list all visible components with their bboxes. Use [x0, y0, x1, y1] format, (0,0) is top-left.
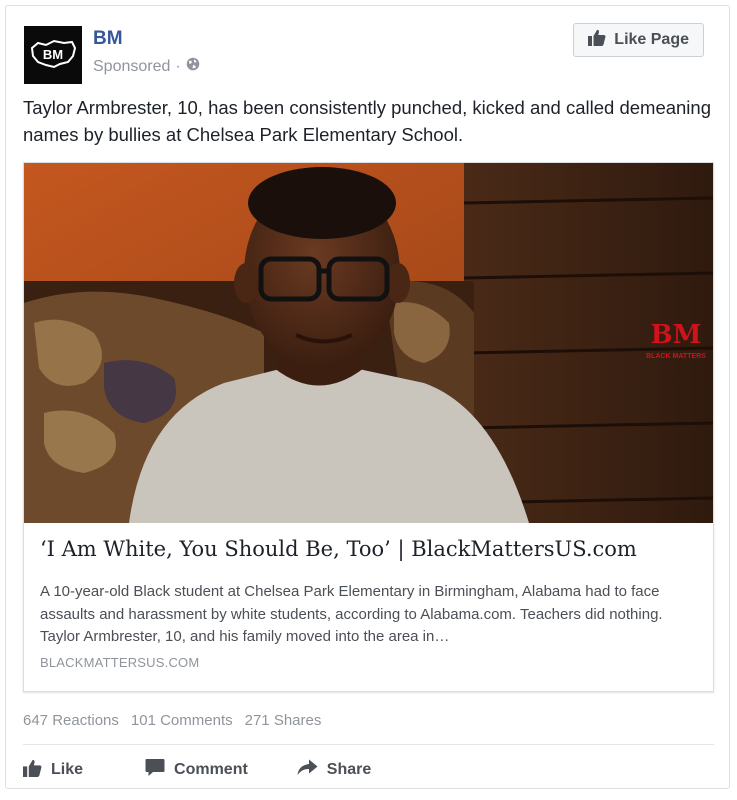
- page-avatar[interactable]: BM: [24, 26, 82, 84]
- post-text: Taylor Armbrester, 10, has been consiste…: [23, 97, 711, 145]
- thumbs-up-icon: [23, 759, 42, 782]
- like-page-button[interactable]: Like Page: [573, 23, 704, 57]
- link-preview-body[interactable]: ‘I Am White, You Should Be, Too’ | Black…: [24, 523, 713, 691]
- link-title[interactable]: ‘I Am White, You Should Be, Too’ | Black…: [40, 537, 637, 561]
- comment-icon: [145, 758, 165, 782]
- link-preview-image[interactable]: BM BLACK MATTERS: [24, 163, 713, 523]
- share-button[interactable]: Share: [297, 759, 371, 781]
- like-label: Like: [51, 761, 84, 778]
- share-label: Share: [326, 761, 372, 778]
- avatar-logo-text: BM: [43, 47, 63, 62]
- boy-photo: BM BLACK MATTERS: [24, 163, 713, 523]
- link-domain: BLACKMATTERSUS.COM: [40, 655, 200, 670]
- shares-count[interactable]: 271 Shares: [245, 712, 322, 729]
- action-divider: [23, 744, 714, 745]
- post-actions: Like Comment Share: [23, 754, 371, 786]
- comments-count[interactable]: 101 Comments: [131, 712, 233, 729]
- link-preview-card[interactable]: BM BLACK MATTERS ‘I Am White, You Should…: [23, 162, 714, 692]
- post-stats: 647 Reactions 101 Comments 271 Shares: [23, 712, 321, 729]
- like-button[interactable]: Like: [23, 759, 83, 782]
- page-name-link[interactable]: BM: [93, 28, 123, 50]
- image-watermark-logo: BM: [651, 320, 702, 350]
- sponsored-row: Sponsored ·: [93, 57, 200, 76]
- comment-label: Comment: [174, 761, 248, 778]
- separator-dot: ·: [175, 57, 181, 75]
- reactions-count[interactable]: 647 Reactions: [23, 712, 119, 729]
- sponsored-post-card: BM BM Sponsored · Like Page Taylor Armbr…: [5, 5, 730, 789]
- thumbs-up-icon: [588, 29, 606, 51]
- sponsored-label[interactable]: Sponsored: [93, 58, 170, 76]
- comment-button[interactable]: Comment: [145, 758, 248, 782]
- link-description: A 10-year-old Black student at Chelsea P…: [40, 583, 663, 645]
- globe-icon[interactable]: [186, 57, 200, 76]
- image-watermark-caption: BLACK MATTERS: [646, 353, 706, 360]
- like-page-label: Like Page: [614, 31, 689, 48]
- share-arrow-icon: [297, 759, 318, 781]
